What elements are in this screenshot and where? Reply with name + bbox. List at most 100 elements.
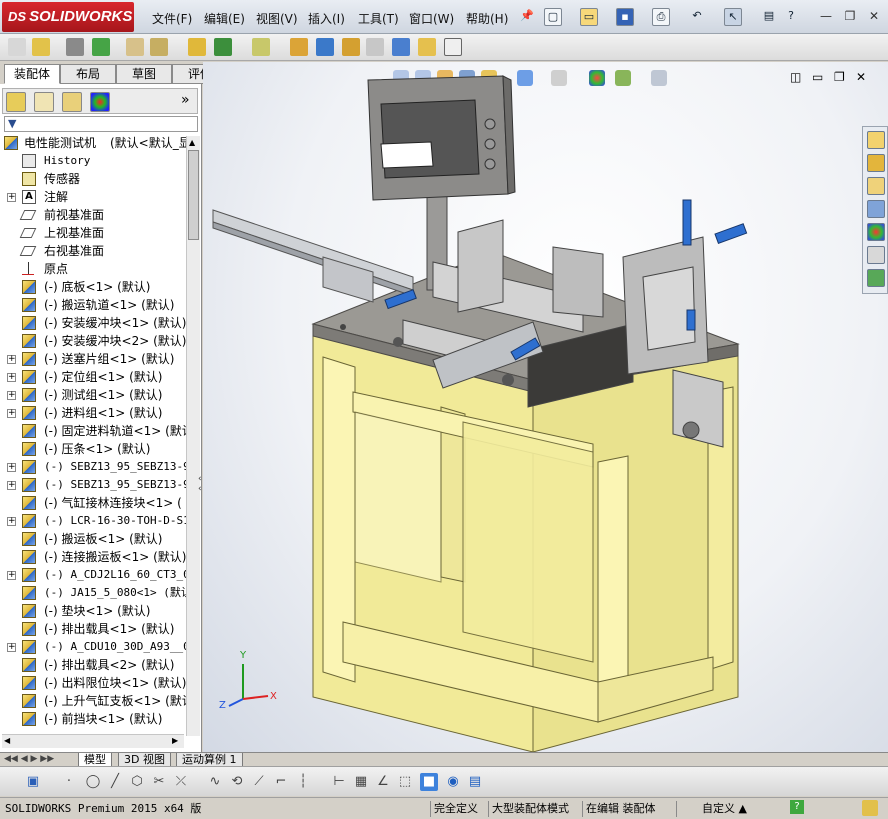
- box-wire-icon[interactable]: ⬚: [396, 773, 414, 791]
- open-folder-icon[interactable]: ▭: [580, 8, 598, 26]
- view-palette-icon[interactable]: [867, 200, 885, 218]
- menu-edit[interactable]: 编辑(E): [204, 10, 245, 27]
- tree-item[interactable]: History: [0, 152, 188, 170]
- exploded-view-icon[interactable]: [316, 38, 334, 56]
- print-icon[interactable]: ⎙: [652, 8, 670, 26]
- expand-icon[interactable]: +: [7, 391, 16, 400]
- menu-view[interactable]: 视图(V): [256, 10, 298, 27]
- tree-item[interactable]: (-) 安装缓冲块<1> (默认): [0, 314, 188, 332]
- move-component-icon[interactable]: [126, 38, 144, 56]
- tree-item[interactable]: (-) 气缸接林连接块<1> (: [0, 494, 188, 512]
- instant3d-icon[interactable]: [366, 38, 384, 56]
- mirror-icon[interactable]: ⟲: [228, 773, 246, 791]
- tree-item[interactable]: (-) 搬运板<1> (默认): [0, 530, 188, 548]
- help-icon[interactable]: ?: [782, 8, 800, 26]
- select-pointer-icon[interactable]: ↖: [724, 8, 742, 26]
- restore-icon[interactable]: ❐: [842, 9, 858, 25]
- tree-item[interactable]: (-) 前挡块<1> (默认): [0, 710, 188, 728]
- tree-item[interactable]: + (-) SEBZ13_95_SEBZ13-95<: [0, 458, 188, 476]
- tree-item[interactable]: (-) JA15_5_080<1> (默认): [0, 584, 188, 602]
- linear-pattern-icon[interactable]: [66, 38, 84, 56]
- tree-item[interactable]: + (-) A_CDJ2L16_60_CT3_0_<: [0, 566, 188, 584]
- tree-horizontal-scrollbar[interactable]: ◀ ▶: [2, 734, 184, 748]
- tree-item[interactable]: (-) 出料限位块<1> (默认): [0, 674, 188, 692]
- forum-icon[interactable]: [867, 269, 885, 287]
- offset-icon[interactable]: ⟋: [250, 773, 268, 791]
- centerline-icon[interactable]: ┆: [294, 773, 312, 791]
- tree-item[interactable]: 上视基准面: [0, 224, 188, 242]
- expand-icon[interactable]: +: [7, 571, 16, 580]
- expand-icon[interactable]: +: [7, 373, 16, 382]
- bill-of-materials-icon[interactable]: [290, 38, 308, 56]
- display-manager-tab-icon[interactable]: [90, 92, 110, 112]
- tree-item[interactable]: 原点: [0, 260, 188, 278]
- minimize-icon[interactable]: —: [818, 9, 834, 25]
- tree-root[interactable]: 电性能测试机 (默认<默认_显: [0, 134, 188, 152]
- camera-icon[interactable]: ◉: [444, 773, 462, 791]
- corner-icon[interactable]: ⌐: [272, 773, 290, 791]
- expand-icon[interactable]: +: [7, 409, 16, 418]
- tree-filter[interactable]: ▼: [4, 116, 198, 132]
- angle-icon[interactable]: ∠: [374, 773, 392, 791]
- tree-item[interactable]: + (-) A_CDU10_30D_A93__0_<: [0, 638, 188, 656]
- assembly-features-icon[interactable]: [188, 38, 206, 56]
- table-icon[interactable]: ▤: [466, 773, 484, 791]
- explode-line-sketch-icon[interactable]: [342, 38, 360, 56]
- status-help-icon[interactable]: ?: [790, 800, 804, 814]
- circle-icon[interactable]: ◯: [84, 773, 102, 791]
- tree-item[interactable]: (-) 底板<1> (默认): [0, 278, 188, 296]
- spline-icon[interactable]: ∿: [206, 773, 224, 791]
- configuration-manager-tab-icon[interactable]: [62, 92, 82, 112]
- menu-help[interactable]: 帮助(H): [466, 10, 508, 27]
- point-icon[interactable]: ·: [60, 773, 78, 791]
- rebuild-icon[interactable]: ▤: [760, 8, 778, 26]
- solidworks-logo[interactable]: DS SOLIDWORKS: [2, 2, 134, 32]
- line-icon[interactable]: ╱: [106, 773, 124, 791]
- reference-geometry-icon[interactable]: [214, 38, 232, 56]
- tree-item[interactable]: + (-) 测试组<1> (默认): [0, 386, 188, 404]
- tab-nav-arrows[interactable]: ◀◀ ◀ ▶ ▶▶: [4, 754, 54, 764]
- tab-motion-study[interactable]: 运动算例 1: [176, 753, 243, 767]
- expand-icon[interactable]: +: [7, 355, 16, 364]
- menu-insert[interactable]: 插入(I): [308, 10, 345, 27]
- tree-item[interactable]: (-) 上升气缸支板<1> (默认: [0, 692, 188, 710]
- tree-item[interactable]: + (-) 定位组<1> (默认): [0, 368, 188, 386]
- tree-item[interactable]: (-) 排出载具<1> (默认): [0, 620, 188, 638]
- tree-item[interactable]: + (-) 送塞片组<1> (默认): [0, 350, 188, 368]
- notes-icon[interactable]: [862, 800, 878, 816]
- undo-icon[interactable]: ↶: [688, 8, 706, 26]
- scroll-left-icon[interactable]: ◀: [4, 736, 10, 745]
- tree-item[interactable]: (-) 安装缓冲块<2> (默认): [0, 332, 188, 350]
- tab-model[interactable]: 模型: [78, 753, 112, 767]
- tree-item[interactable]: (-) 连接搬运板<1> (默认): [0, 548, 188, 566]
- expand-icon[interactable]: +: [7, 643, 16, 652]
- show-hidden-icon[interactable]: [150, 38, 168, 56]
- machine-model[interactable]: [203, 62, 888, 752]
- design-library-icon[interactable]: [867, 154, 885, 172]
- speedpak-icon[interactable]: [392, 38, 410, 56]
- save-icon[interactable]: ▣: [24, 773, 42, 791]
- tab-assembly[interactable]: 装配体: [4, 64, 60, 84]
- tree-item[interactable]: (-) 垫块<1> (默认): [0, 602, 188, 620]
- tree-vertical-scrollbar[interactable]: ▲: [186, 136, 200, 736]
- tree-item[interactable]: 右视基准面: [0, 242, 188, 260]
- expand-icon[interactable]: +: [7, 193, 16, 202]
- expand-icon[interactable]: +: [7, 463, 16, 472]
- new-document-icon[interactable]: ▢: [544, 8, 562, 26]
- custom-properties-icon[interactable]: [867, 246, 885, 264]
- take-snapshot-icon[interactable]: [418, 38, 436, 56]
- property-manager-tab-icon[interactable]: [34, 92, 54, 112]
- insert-component-icon[interactable]: [8, 38, 26, 56]
- status-units[interactable]: 自定义 ▲: [676, 801, 772, 817]
- tab-layout[interactable]: 布局: [60, 64, 116, 84]
- grid-icon[interactable]: ▦: [352, 773, 370, 791]
- large-assembly-mode-icon[interactable]: [444, 38, 462, 56]
- menu-file[interactable]: 文件(F): [152, 10, 192, 27]
- menu-tools[interactable]: 工具(T): [358, 10, 399, 27]
- tree-item[interactable]: (-) 排出载具<2> (默认): [0, 656, 188, 674]
- shaded-box-icon[interactable]: ■: [420, 773, 438, 791]
- trim-icon[interactable]: ✂: [150, 773, 168, 791]
- tree-item[interactable]: + (-) 进料组<1> (默认): [0, 404, 188, 422]
- mate-icon[interactable]: [32, 38, 50, 56]
- graphics-area[interactable]: ◫ ▭ ❐ ✕ Y X Z: [203, 62, 888, 752]
